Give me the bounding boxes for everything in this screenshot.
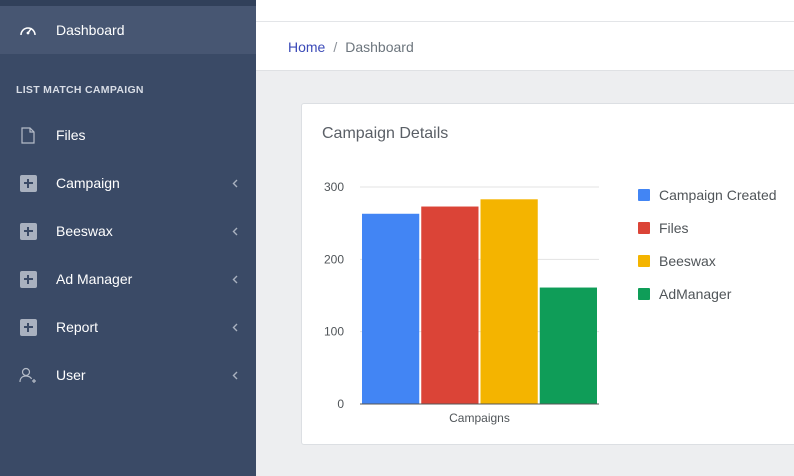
legend-label: Beeswax <box>659 253 716 269</box>
legend-item: AdManager <box>638 286 731 302</box>
plus-square-icon <box>18 221 38 241</box>
sidebar-item-label: User <box>56 367 86 383</box>
sidebar-item-user[interactable]: User <box>0 351 256 399</box>
sidebar-section-title: LIST MATCH CAMPAIGN <box>16 84 144 96</box>
sidebar-item-label: Beeswax <box>56 223 113 239</box>
legend-item: Campaign Created <box>638 187 777 203</box>
sidebar-item-label: Files <box>56 127 86 143</box>
legend-label: Campaign Created <box>659 187 777 203</box>
y-tick-label: 200 <box>324 252 344 266</box>
breadcrumb-separator: / <box>333 39 338 55</box>
legend-item: Beeswax <box>638 253 716 269</box>
chevron-left-icon <box>230 178 240 188</box>
sidebar-item-campaign[interactable]: Campaign <box>0 159 256 207</box>
sidebar: Dashboard LIST MATCH CAMPAIGN Files Camp… <box>0 0 256 476</box>
y-tick-label: 300 <box>324 180 344 194</box>
plus-square-icon <box>18 173 38 193</box>
bar <box>421 206 479 404</box>
campaign-bar-chart: 0 100 200 300 Campaigns <box>324 180 599 425</box>
legend-swatch <box>638 222 650 234</box>
legend-item: Files <box>638 220 689 236</box>
campaign-details-card: Campaign Details 0 100 200 300 Campaigns Cam… <box>301 103 794 445</box>
x-category-label: Campaigns <box>449 411 510 425</box>
plus-square-icon <box>18 317 38 337</box>
bar <box>480 199 538 404</box>
sidebar-item-label: Ad Manager <box>56 271 133 287</box>
sidebar-item-label: Report <box>56 319 99 335</box>
sidebar-item-files[interactable]: Files <box>0 111 256 159</box>
legend-label: AdManager <box>659 286 732 302</box>
y-tick-label: 100 <box>324 325 344 339</box>
legend-label: Files <box>659 220 689 236</box>
bar <box>539 287 597 404</box>
legend-swatch <box>638 189 650 201</box>
bar <box>362 213 420 404</box>
file-icon <box>18 125 38 145</box>
plus-square-icon <box>18 269 38 289</box>
sidebar-item-dashboard[interactable]: Dashboard <box>0 6 256 54</box>
breadcrumb-current: Dashboard <box>345 39 414 55</box>
sidebar-item-report[interactable]: Report <box>0 303 256 351</box>
breadcrumb-bar: Home / Dashboard <box>256 22 794 71</box>
chevron-left-icon <box>230 370 240 380</box>
sidebar-item-ad-manager[interactable]: Ad Manager <box>0 255 256 303</box>
chevron-left-icon <box>230 322 240 332</box>
legend-swatch <box>638 255 650 267</box>
sidebar-item-label: Campaign <box>56 175 120 191</box>
chevron-left-icon <box>230 226 240 236</box>
sidebar-item-label: Dashboard <box>56 22 125 38</box>
dashboard-gauge-icon <box>18 20 38 40</box>
breadcrumb-home-link[interactable]: Home <box>288 39 325 55</box>
breadcrumb: Home / Dashboard <box>288 39 414 55</box>
chevron-left-icon <box>230 274 240 284</box>
y-tick-label: 0 <box>337 397 344 411</box>
sidebar-item-beeswax[interactable]: Beeswax <box>0 207 256 255</box>
legend-swatch <box>638 288 650 300</box>
user-add-icon <box>18 365 38 385</box>
top-header <box>256 0 794 22</box>
